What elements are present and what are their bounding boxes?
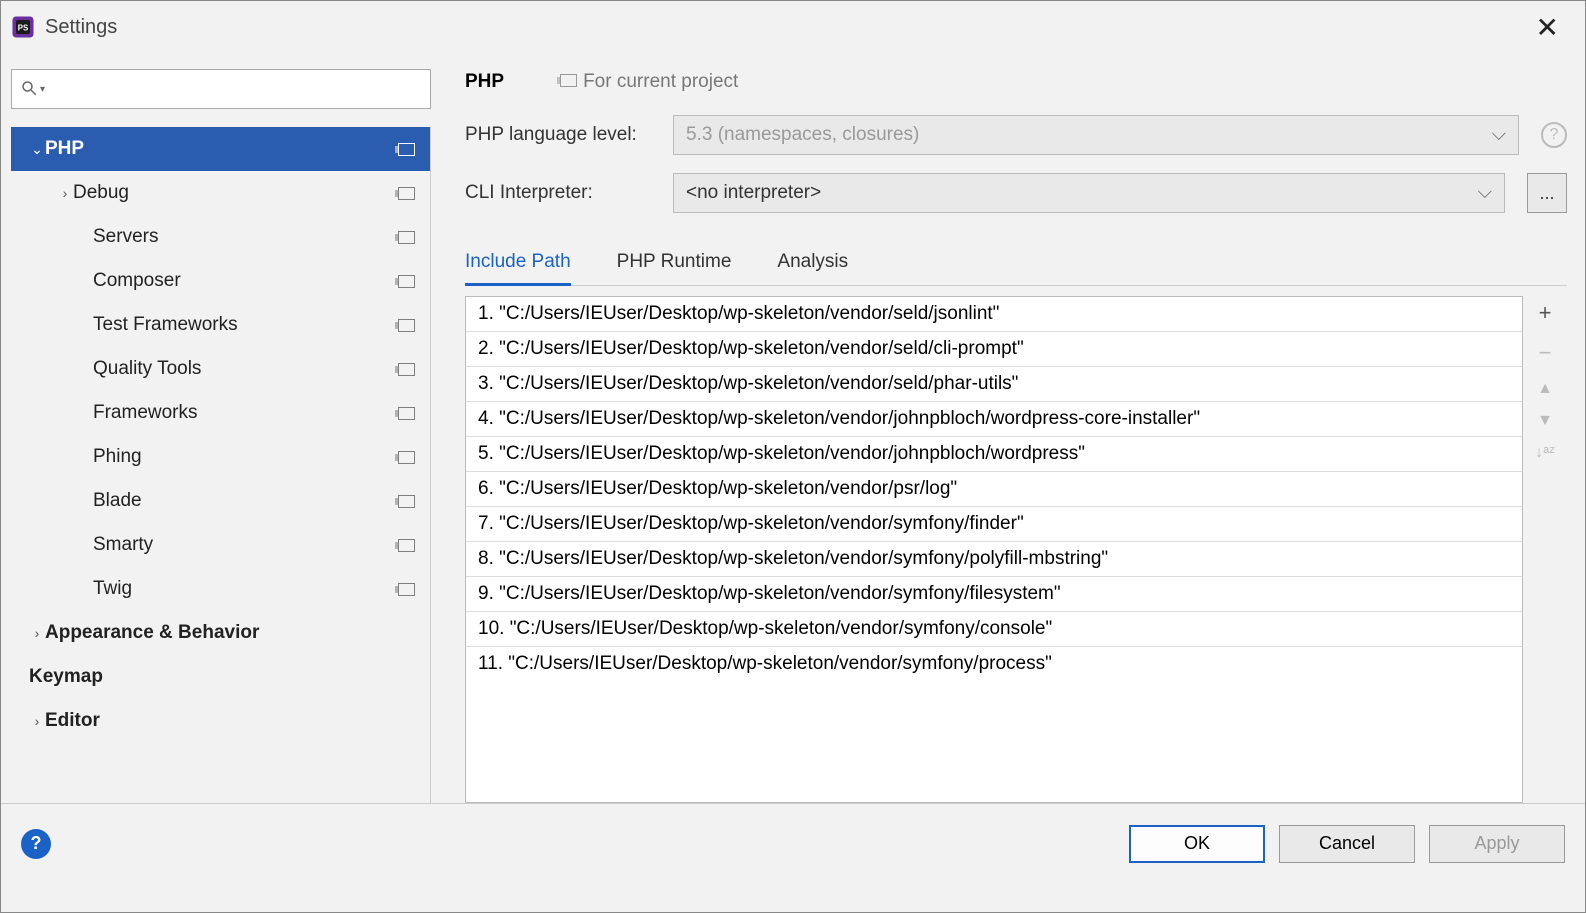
tab-analysis[interactable]: Analysis [777,241,848,285]
project-scope-icon [398,536,416,554]
include-path-row[interactable]: 6. "C:/Users/IEUser/Desktop/wp-skeleton/… [466,472,1522,507]
project-scope-icon [398,404,416,422]
search-input[interactable] [51,80,422,98]
svg-text:PS: PS [18,24,28,33]
list-toolbar: + − ▲ ▼ ↓ᵃᶻ [1523,296,1567,803]
titlebar: PS Settings ✕ [1,1,1585,53]
php-language-level-label: PHP language level: [465,124,661,146]
project-scope-icon [398,140,416,158]
chevron-right-icon: › [29,713,45,729]
tabs: Include Path PHP Runtime Analysis [465,241,1567,286]
move-up-button[interactable]: ▲ [1537,380,1553,398]
project-scope-icon [398,492,416,510]
tree-item-label: Appearance & Behavior [45,622,416,644]
php-language-level-value: 5.3 (namespaces, closures) [686,124,919,146]
app-icon: PS [9,13,37,41]
include-path-row[interactable]: 9. "C:/Users/IEUser/Desktop/wp-skeleton/… [466,577,1522,612]
tree-item-label: Debug [73,182,398,204]
project-scope-label: For current project [583,71,738,93]
cli-interpreter-browse-button[interactable]: ... [1527,173,1567,213]
cli-interpreter-dropdown[interactable]: <no interpreter> ⌵ [673,173,1505,213]
tree-item-label: PHP [45,138,398,160]
sort-button[interactable]: ↓ᵃᶻ [1535,444,1555,462]
include-path-row[interactable]: 1. "C:/Users/IEUser/Desktop/wp-skeleton/… [466,297,1522,332]
include-path-row[interactable]: 11. "C:/Users/IEUser/Desktop/wp-skeleton… [466,647,1522,681]
tree-item-label: Phing [93,446,398,468]
tab-php-runtime[interactable]: PHP Runtime [617,241,732,285]
chevron-down-icon: ⌄ [29,141,45,158]
window-title: Settings [45,16,117,39]
main-panel: PHP For current project PHP language lev… [441,53,1585,803]
search-icon [20,79,38,100]
tree-item-label: Twig [93,578,398,600]
chevron-right-icon: › [29,625,45,641]
tree-item-editor[interactable]: ›Editor [11,699,430,743]
tree-item-blade[interactable]: Blade [11,479,430,523]
tab-include-path[interactable]: Include Path [465,241,571,286]
include-path-row[interactable]: 5. "C:/Users/IEUser/Desktop/wp-skeleton/… [466,437,1522,472]
chevron-right-icon: › [57,185,73,201]
chevron-down-icon: ⌵ [1478,182,1492,204]
tree-item-twig[interactable]: Twig [11,567,430,611]
tree-item-smarty[interactable]: Smarty [11,523,430,567]
tree-item-frameworks[interactable]: Frameworks [11,391,430,435]
search-input-wrap[interactable]: ▾ [11,69,431,109]
cli-interpreter-value: <no interpreter> [686,182,821,204]
project-scope-icon [398,360,416,378]
tree-item-php[interactable]: ⌄PHP [11,127,430,171]
chevron-down-icon: ⌵ [1492,124,1506,146]
move-down-button[interactable]: ▼ [1537,412,1553,430]
tree-item-label: Keymap [29,666,416,688]
apply-button[interactable]: Apply [1429,825,1565,863]
tree-item-quality-tools[interactable]: Quality Tools [11,347,430,391]
settings-tree: ⌄PHP›DebugServersComposerTest Frameworks… [11,127,431,803]
page-title: PHP [465,71,504,93]
tree-item-label: Editor [45,710,416,732]
add-button[interactable]: + [1539,300,1552,326]
tree-item-test-frameworks[interactable]: Test Frameworks [11,303,430,347]
sidebar: ▾ ⌄PHP›DebugServersComposerTest Framewor… [1,53,441,803]
project-scope-icon [398,184,416,202]
project-scope-icon [398,448,416,466]
include-path-row[interactable]: 2. "C:/Users/IEUser/Desktop/wp-skeleton/… [466,332,1522,367]
tree-item-label: Smarty [93,534,398,556]
project-scope-icon [560,71,577,93]
tree-item-label: Servers [93,226,398,248]
include-path-row[interactable]: 4. "C:/Users/IEUser/Desktop/wp-skeleton/… [466,402,1522,437]
help-icon[interactable]: ? [1541,122,1567,148]
tree-item-label: Quality Tools [93,358,398,380]
php-language-level-dropdown[interactable]: 5.3 (namespaces, closures) ⌵ [673,115,1519,155]
project-scope-icon [398,580,416,598]
remove-button[interactable]: − [1539,340,1552,366]
footer: ? OK Cancel Apply [1,803,1585,883]
help-button[interactable]: ? [21,829,51,859]
include-path-list[interactable]: 1. "C:/Users/IEUser/Desktop/wp-skeleton/… [465,296,1523,803]
include-path-row[interactable]: 3. "C:/Users/IEUser/Desktop/wp-skeleton/… [466,367,1522,402]
project-scope-icon [398,316,416,334]
tree-item-composer[interactable]: Composer [11,259,430,303]
include-path-row[interactable]: 7. "C:/Users/IEUser/Desktop/wp-skeleton/… [466,507,1522,542]
tree-item-servers[interactable]: Servers [11,215,430,259]
tree-item-phing[interactable]: Phing [11,435,430,479]
search-caret-icon[interactable]: ▾ [40,84,45,95]
project-scope-icon [398,228,416,246]
include-path-row[interactable]: 10. "C:/Users/IEUser/Desktop/wp-skeleton… [466,612,1522,647]
tree-item-appearance-behavior[interactable]: ›Appearance & Behavior [11,611,430,655]
tree-item-label: Blade [93,490,398,512]
tree-item-label: Frameworks [93,402,398,424]
cancel-button[interactable]: Cancel [1279,825,1415,863]
tree-item-debug[interactable]: ›Debug [11,171,430,215]
ok-button[interactable]: OK [1129,825,1265,863]
close-icon[interactable]: ✕ [1518,11,1577,44]
cli-interpreter-label: CLI Interpreter: [465,182,661,204]
include-path-row[interactable]: 8. "C:/Users/IEUser/Desktop/wp-skeleton/… [466,542,1522,577]
for-current-project-hint: For current project [560,71,738,93]
tree-item-label: Test Frameworks [93,314,398,336]
tree-item-keymap[interactable]: Keymap [11,655,430,699]
tree-item-label: Composer [93,270,398,292]
project-scope-icon [398,272,416,290]
